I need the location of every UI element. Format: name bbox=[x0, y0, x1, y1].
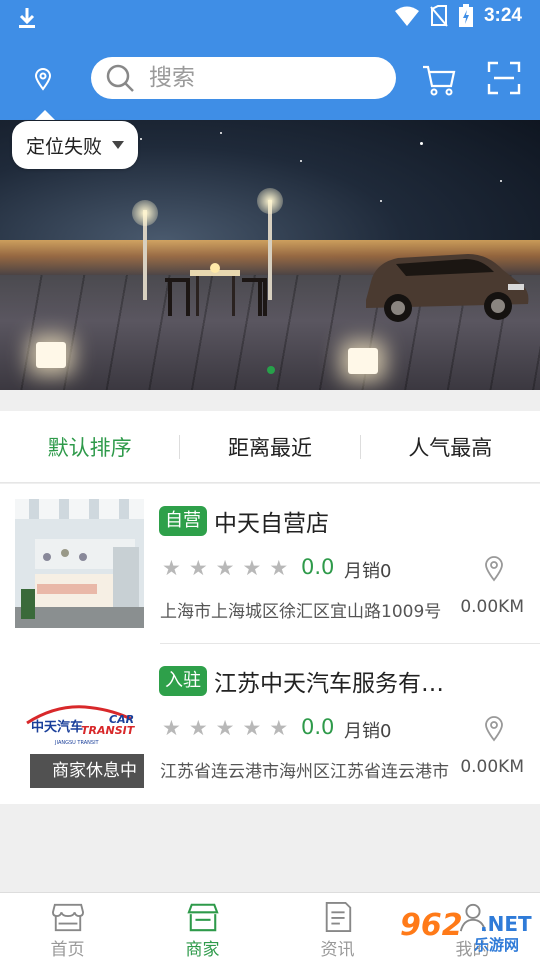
tab-most-popular[interactable]: 人气最高 bbox=[361, 432, 540, 462]
site-watermark: 962 .NET 乐游网 bbox=[400, 908, 535, 954]
nav-label: 商家 bbox=[185, 940, 220, 960]
star-icon: ★ bbox=[242, 556, 262, 580]
store-distance: 0.00KM bbox=[460, 757, 524, 777]
store-front-icon bbox=[51, 903, 84, 932]
resident-badge: 入驻 bbox=[159, 666, 207, 696]
banner-page-indicator[interactable] bbox=[267, 366, 275, 374]
status-bar: 3:24 bbox=[0, 0, 540, 36]
star-icon: ★ bbox=[188, 556, 208, 580]
star-icon: ★ bbox=[269, 556, 289, 580]
tab-nearest[interactable]: 距离最近 bbox=[180, 432, 359, 462]
nav-label: 资讯 bbox=[320, 940, 355, 960]
tab-default-sort[interactable]: 默认排序 bbox=[0, 432, 179, 462]
store-list: 自营 中天自营店 ★ ★ ★ ★ ★ 0.0 月销0 上海市上海城区徐汇区宜山路… bbox=[0, 484, 540, 804]
store-distance: 0.00KM bbox=[460, 597, 524, 617]
rating-value: 0.0 bbox=[301, 555, 335, 579]
nav-news[interactable]: 资讯 bbox=[270, 893, 405, 960]
star-icon: ★ bbox=[162, 716, 181, 740]
no-sim-icon bbox=[430, 5, 448, 27]
watermark-site: 乐游网 bbox=[474, 936, 520, 954]
store-photo bbox=[15, 499, 144, 628]
rating-stars: ★ ★ ★ ★ ★ bbox=[162, 556, 288, 580]
download-icon bbox=[19, 8, 35, 28]
rating-stars: ★ ★ ★ ★ ★ bbox=[162, 716, 288, 740]
monthly-sales: 月销0 bbox=[344, 721, 392, 742]
watermark-number: 962 bbox=[400, 908, 463, 943]
monthly-sales: 月销0 bbox=[344, 561, 392, 582]
star-icon: ★ bbox=[269, 716, 289, 740]
store-name: 中天自营店 bbox=[214, 511, 329, 537]
self-operated-badge: 自营 bbox=[159, 506, 207, 536]
location-selector[interactable]: 定位失败 bbox=[12, 121, 139, 169]
banner-table-scene bbox=[165, 263, 267, 316]
caret-down-icon bbox=[112, 141, 125, 149]
star-icon: ★ bbox=[215, 556, 235, 580]
search-input[interactable] bbox=[149, 65, 379, 91]
app-header: 3:24 bbox=[0, 0, 540, 120]
svg-text:TRANSIT: TRANSIT bbox=[81, 724, 136, 737]
star-icon: ★ bbox=[242, 716, 262, 740]
cart-icon[interactable] bbox=[420, 60, 458, 98]
star-icon: ★ bbox=[188, 716, 208, 740]
closed-status-overlay: 商家休息中 bbox=[30, 754, 144, 788]
location-pin-icon bbox=[34, 68, 52, 91]
store-item[interactable]: 中天汽车 CAR TRANSIT JIANGSU TRANSIT 商家休息中 入… bbox=[0, 644, 540, 804]
watermark-net: .NET bbox=[480, 912, 532, 936]
merchant-icon bbox=[186, 903, 219, 932]
nav-home[interactable]: 首页 bbox=[0, 893, 135, 960]
clock: 3:24 bbox=[483, 5, 522, 26]
location-pin-icon bbox=[485, 556, 503, 582]
store-name: 江苏中天汽车服务有限公司 bbox=[214, 671, 459, 697]
wifi-icon bbox=[394, 6, 419, 26]
search-icon bbox=[106, 64, 134, 92]
location-pin-icon bbox=[485, 716, 503, 742]
news-icon bbox=[325, 901, 351, 933]
star-icon: ★ bbox=[162, 556, 181, 580]
store-logo: 中天汽车 CAR TRANSIT JIANGSU TRANSIT 商家休息中 bbox=[15, 659, 144, 788]
store-item[interactable]: 自营 中天自营店 ★ ★ ★ ★ ★ 0.0 月销0 上海市上海城区徐汇区宜山路… bbox=[0, 484, 540, 644]
svg-text:JIANGSU TRANSIT: JIANGSU TRANSIT bbox=[54, 740, 100, 746]
rating-value: 0.0 bbox=[301, 715, 335, 739]
dropdown-pointer bbox=[35, 110, 55, 120]
store-address: 江苏省连云港市海州区江苏省连云港市 bbox=[160, 762, 449, 782]
nav-label: 首页 bbox=[50, 940, 85, 960]
scan-icon[interactable] bbox=[486, 60, 522, 96]
sort-tabs: 默认排序 距离最近 人气最高 bbox=[0, 411, 540, 483]
banner-car-image bbox=[366, 254, 529, 322]
nav-merchants[interactable]: 商家 bbox=[135, 893, 270, 960]
battery-icon bbox=[458, 4, 473, 27]
svg-text:中天汽车: 中天汽车 bbox=[31, 719, 83, 735]
store-address: 上海市上海城区徐汇区宜山路1009号 bbox=[160, 602, 442, 622]
location-button[interactable] bbox=[26, 62, 60, 96]
star-icon: ★ bbox=[215, 716, 235, 740]
location-status-label: 定位失败 bbox=[26, 135, 103, 158]
search-bar[interactable] bbox=[91, 57, 396, 99]
